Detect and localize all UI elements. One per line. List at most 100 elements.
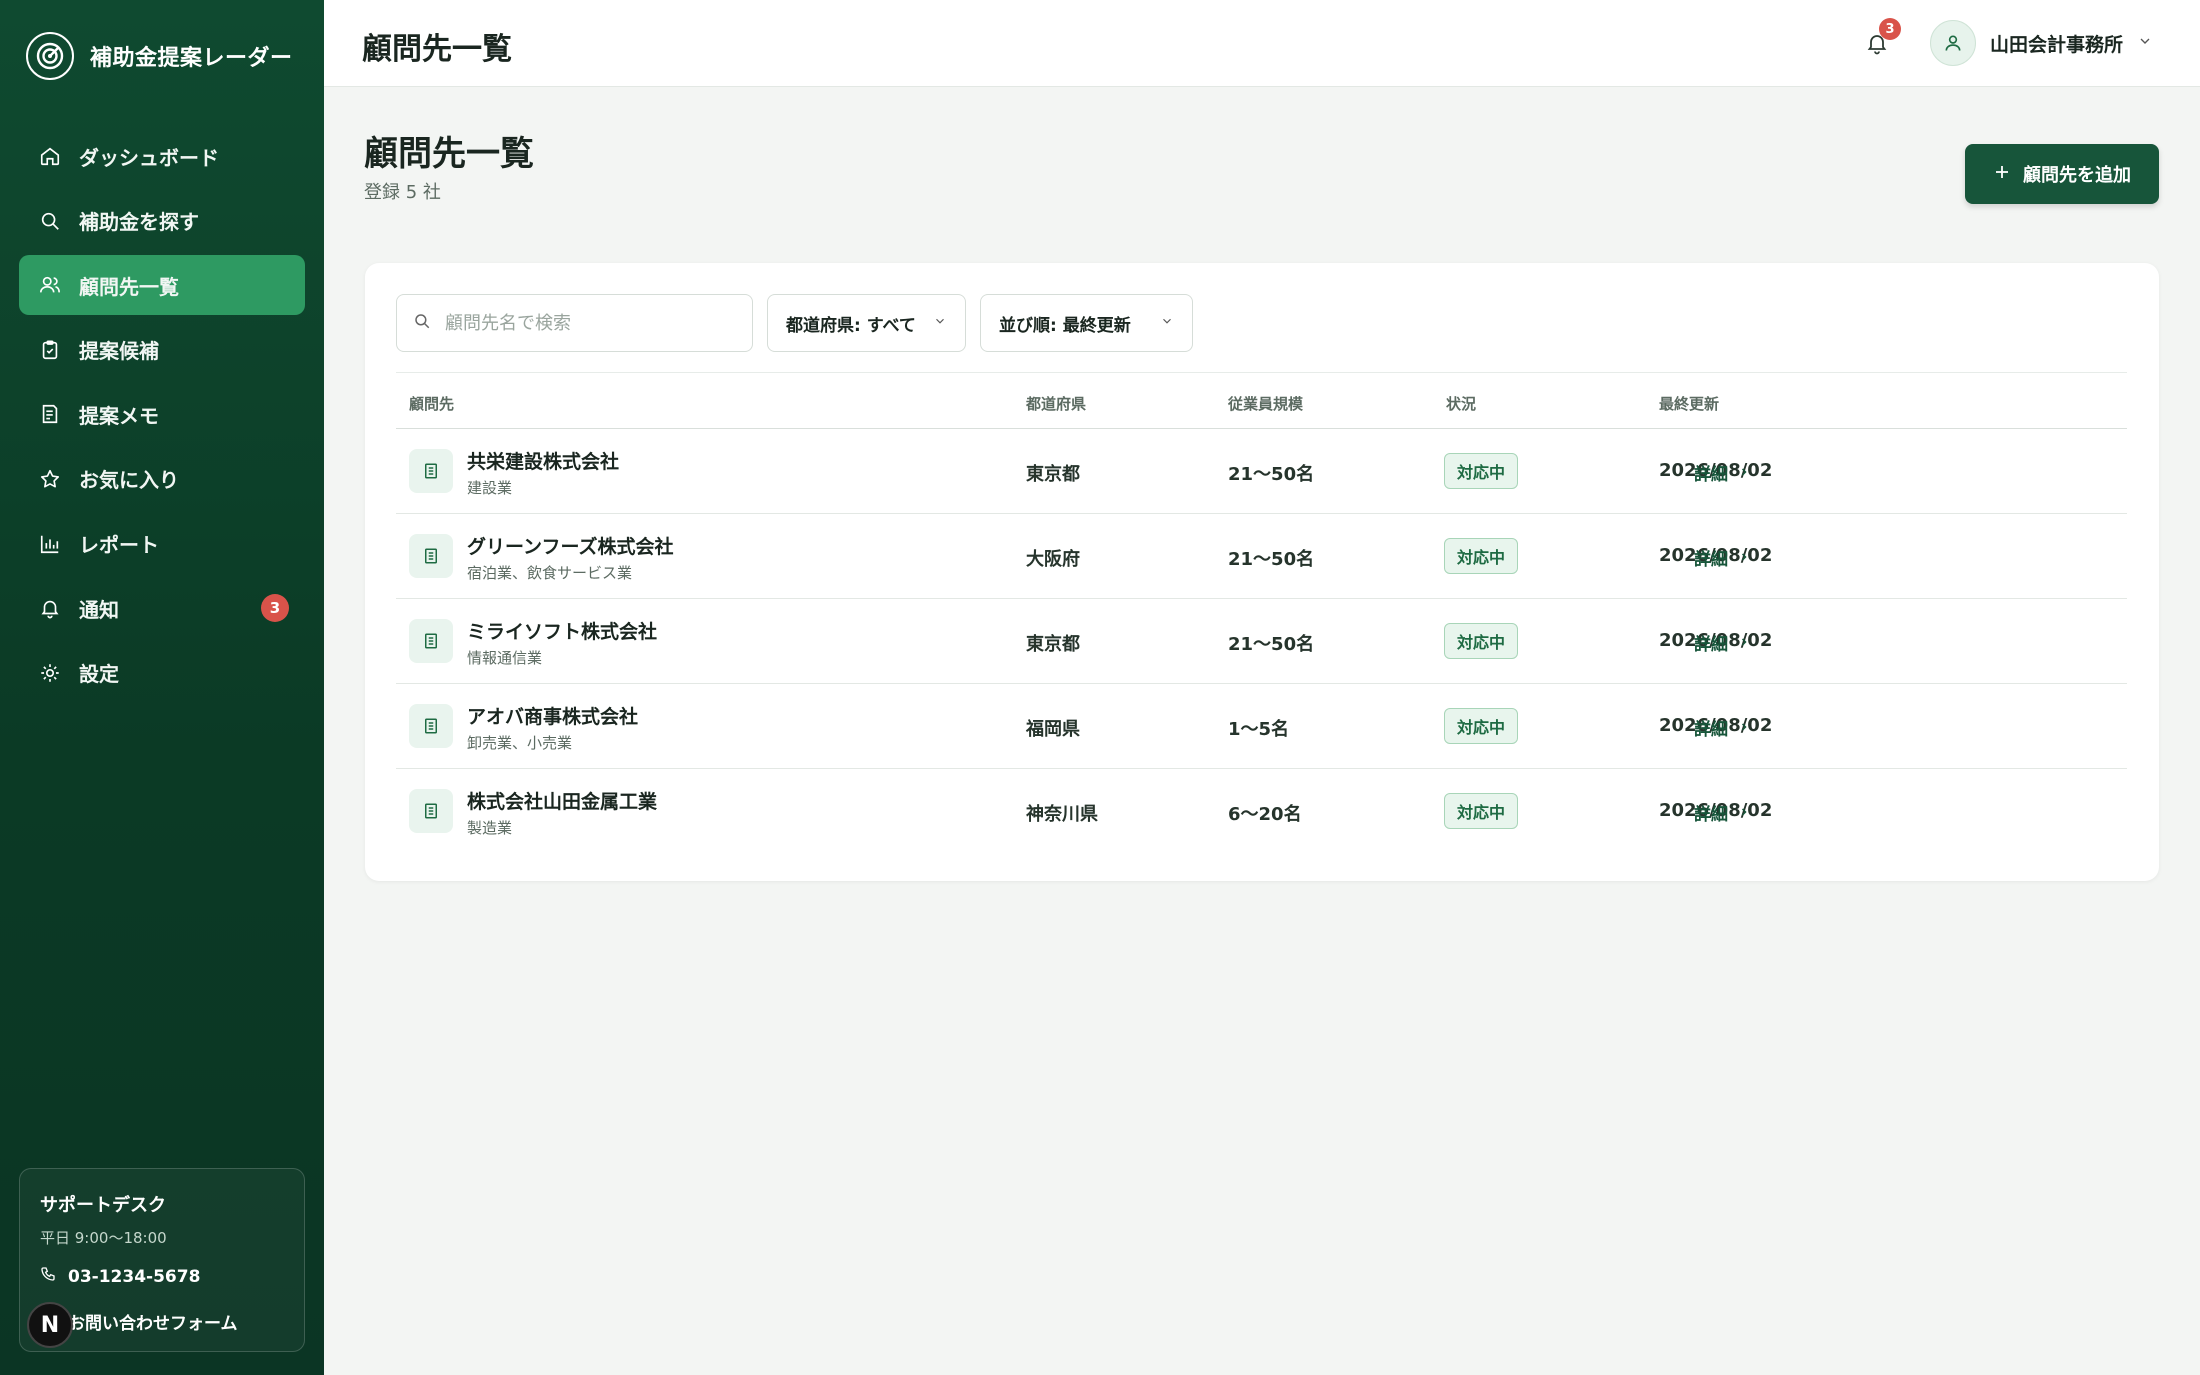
avatar — [1930, 20, 1976, 66]
support-phone-link[interactable]: 03-1234-5678 — [40, 1266, 284, 1287]
sidebar-item-reports[interactable]: レポート — [19, 514, 305, 574]
client-name[interactable]: 共栄建設株式会社 — [467, 447, 619, 474]
building-icon — [409, 449, 453, 493]
chevron-right-icon — [1738, 548, 1750, 568]
star-icon — [39, 468, 61, 490]
chevron-right-icon — [1738, 633, 1750, 653]
column-header: 都道府県 — [1026, 395, 1087, 413]
sidebar-nav: ダッシュボード 補助金を探す 顧問先一覧 提案候補 提案メモ お気に入り レポー… — [19, 126, 305, 707]
sidebar-item-label: 提案メモ — [79, 403, 159, 428]
gear-icon — [39, 662, 61, 684]
prefecture-filter-select[interactable]: 都道府県: すべて — [767, 294, 966, 352]
add-client-button[interactable]: 顧問先を追加 — [1965, 144, 2159, 204]
topbar-title: 顧問先一覧 — [362, 32, 512, 67]
sort-select[interactable]: 並び順: 最終更新 — [980, 294, 1193, 352]
client-size: 1〜5名 — [1228, 719, 1290, 740]
sidebar-item-label: 補助金を探す — [79, 210, 199, 235]
home-icon — [39, 145, 61, 167]
sidebar-item-memo[interactable]: 提案メモ — [19, 384, 305, 444]
user-name: 山田会計事務所 — [1990, 33, 2124, 56]
detail-label: 詳細 — [1694, 465, 1728, 485]
support-form: お問い合わせフォーム — [68, 1314, 238, 1334]
table-row[interactable]: 株式会社山田金属工業 製造業 神奈川県 6〜20名 対応中 2026/08/02… — [396, 769, 2127, 854]
detail-label: 詳細 — [1694, 550, 1728, 570]
sidebar-item-settings[interactable]: 設定 — [19, 643, 305, 703]
status-badge: 対応中 — [1444, 453, 1519, 489]
detail-link[interactable]: 詳細 — [1694, 715, 1750, 740]
sidebar-item-label: 設定 — [79, 662, 119, 687]
sidebar: 補助金提案レーダー ダッシュボード 補助金を探す 顧問先一覧 提案候補 提案メモ… — [0, 0, 324, 1375]
support-form-link[interactable]: お問い合わせフォーム — [40, 1309, 284, 1334]
column-header: 最終更新 — [1659, 395, 1720, 413]
status-badge: 対応中 — [1444, 538, 1519, 574]
sidebar-item-label: 顧問先一覧 — [79, 274, 179, 299]
detail-link[interactable]: 詳細 — [1694, 545, 1750, 570]
sidebar-item-favorites[interactable]: お気に入り — [19, 449, 305, 509]
prefecture-filter-value: 都道府県: すべて — [786, 315, 916, 336]
sidebar-item-label: 通知 — [79, 597, 119, 622]
table-row[interactable]: グリーンフーズ株式会社 宿泊業、飲食サービス業 大阪府 21〜50名 対応中 2… — [396, 514, 2127, 599]
sidebar-item-clients[interactable]: 顧問先一覧 — [19, 255, 305, 316]
detail-link[interactable]: 詳細 — [1694, 460, 1750, 485]
status-badge: 対応中 — [1444, 623, 1519, 659]
column-header: 顧問先 — [409, 395, 455, 413]
page-title: 顧問先一覧 — [364, 134, 534, 174]
client-industry: 製造業 — [467, 819, 513, 837]
table-row[interactable]: ミライソフト株式会社 情報通信業 東京都 21〜50名 対応中 2026/08/… — [396, 599, 2127, 684]
brand[interactable]: 補助金提案レーダー — [26, 32, 293, 80]
chevron-down-icon — [2137, 33, 2153, 53]
user-menu[interactable]: 山田会計事務所 — [1930, 20, 2153, 66]
client-prefecture: 神奈川県 — [1026, 804, 1098, 825]
notification-count-badge: 3 — [261, 594, 289, 623]
bell-icon — [39, 597, 61, 619]
client-prefecture: 福岡県 — [1026, 719, 1080, 740]
sidebar-item-label: 提案候補 — [79, 339, 159, 364]
plus-icon — [1993, 163, 2011, 186]
client-prefecture: 東京都 — [1026, 634, 1080, 655]
detail-link[interactable]: 詳細 — [1694, 630, 1750, 655]
topbar: 顧問先一覧 3 山田会計事務所 — [324, 0, 2200, 87]
search-icon — [413, 312, 431, 334]
support-phone: 03-1234-5678 — [68, 1266, 201, 1287]
detail-label: 詳細 — [1694, 720, 1728, 740]
sidebar-item-label: レポート — [79, 533, 159, 558]
support-hours: 平日 9:00〜18:00 — [40, 1229, 167, 1247]
search-input[interactable] — [445, 312, 735, 334]
table-row[interactable]: アオバ商事株式会社 卸売業、小売業 福岡県 1〜5名 対応中 2026/08/0… — [396, 684, 2127, 769]
chevron-right-icon — [1738, 718, 1750, 738]
search-box[interactable] — [396, 294, 753, 352]
client-size: 21〜50名 — [1228, 464, 1315, 485]
status-badge: 対応中 — [1444, 793, 1519, 829]
sidebar-item-notifications[interactable]: 通知 3 — [19, 578, 305, 638]
building-icon — [409, 704, 453, 748]
detail-link[interactable]: 詳細 — [1694, 800, 1750, 825]
chevron-down-icon — [1160, 313, 1174, 333]
sidebar-item-proposals[interactable]: 提案候補 — [19, 320, 305, 380]
table-row[interactable]: 共栄建設株式会社 建設業 東京都 21〜50名 対応中 2026/08/02 詳… — [396, 429, 2127, 514]
column-header: 従業員規模 — [1228, 395, 1304, 413]
sidebar-item-search-subsidies[interactable]: 補助金を探す — [19, 191, 305, 251]
status-badge: 対応中 — [1444, 708, 1519, 744]
users-icon — [39, 274, 61, 296]
client-name[interactable]: ミライソフト株式会社 — [467, 617, 657, 644]
table-header: 顧問先 都道府県 従業員規模 状況 最終更新 — [396, 373, 2127, 429]
detail-label: 詳細 — [1694, 805, 1728, 825]
chevron-right-icon — [1738, 463, 1750, 483]
column-header: 状況 — [1446, 395, 1477, 413]
client-prefecture: 東京都 — [1026, 464, 1080, 485]
clients-card: 都道府県: すべて 並び順: 最終更新 顧問先 都道府県 従業員規模 状況 最終… — [365, 263, 2159, 881]
add-client-label: 顧問先を追加 — [2023, 165, 2131, 186]
n-floating-badge[interactable]: N — [27, 1302, 73, 1348]
client-industry: 宿泊業、飲食サービス業 — [467, 564, 633, 582]
support-title: サポートデスク — [40, 1195, 166, 1216]
detail-label: 詳細 — [1694, 635, 1728, 655]
building-icon — [409, 789, 453, 833]
client-industry: 建設業 — [467, 479, 513, 497]
sidebar-item-dashboard[interactable]: ダッシュボード — [19, 126, 305, 186]
building-icon — [409, 534, 453, 578]
client-name[interactable]: グリーンフーズ株式会社 — [467, 532, 674, 559]
table-body: 共栄建設株式会社 建設業 東京都 21〜50名 対応中 2026/08/02 詳… — [396, 429, 2127, 854]
client-name[interactable]: アオバ商事株式会社 — [467, 702, 638, 729]
client-name[interactable]: 株式会社山田金属工業 — [467, 787, 657, 814]
memo-icon — [39, 403, 61, 425]
